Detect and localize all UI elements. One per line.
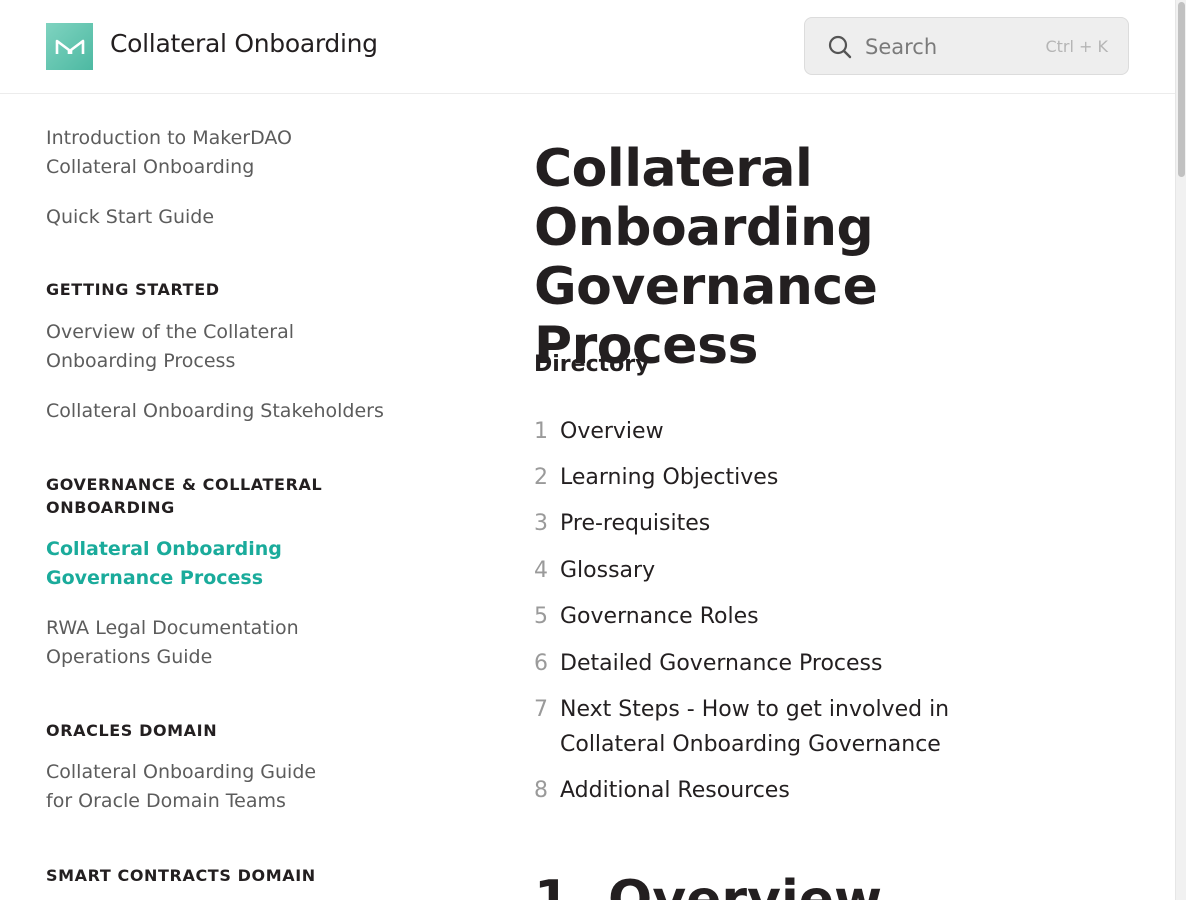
sidebar-item-rwa-legal[interactable]: RWA Legal Documentation Operations Guide: [46, 614, 316, 672]
search-input[interactable]: [865, 30, 1025, 64]
sidebar-section-governance: GOVERNANCE & COLLATERAL ONBOARDING: [46, 475, 323, 517]
maker-logo-icon[interactable]: [46, 23, 93, 70]
sidebar-item-quick-start[interactable]: Quick Start Guide: [46, 203, 346, 232]
toc-item[interactable]: 5 Governance Roles: [534, 599, 1094, 634]
toc-item[interactable]: 8 Additional Resources: [534, 773, 1094, 808]
page-title: Collateral Onboarding Governance Process: [534, 139, 878, 376]
page-scrollbar[interactable]: [1175, 0, 1186, 900]
site-title[interactable]: Collateral Onboarding: [110, 29, 378, 58]
toc-item[interactable]: 7 Next Steps - How to get involved in Col…: [534, 692, 1054, 762]
toc-item[interactable]: 6 Detailed Governance Process: [534, 646, 1094, 681]
search-shortcut-hint: Ctrl + K: [1045, 37, 1108, 56]
site-header: Collateral Onboarding Ctrl + K: [0, 0, 1175, 94]
toc-item[interactable]: 3 Pre-requisites: [534, 506, 1094, 541]
toc-item[interactable]: 2 Learning Objectives: [534, 460, 1094, 495]
search-box[interactable]: Ctrl + K: [804, 17, 1129, 75]
sidebar-item-introduction[interactable]: Introduction to MakerDAO Collateral Onbo…: [46, 124, 316, 182]
search-icon: [828, 35, 852, 59]
directory-heading: Directory: [534, 352, 650, 377]
sidebar-item-overview-process[interactable]: Overview of the Collateral Onboarding Pr…: [46, 318, 316, 376]
scrollbar-thumb[interactable]: [1178, 2, 1185, 177]
sidebar-section-oracles: ORACLES DOMAIN: [46, 721, 218, 740]
section-heading-overview: 1. Overview: [534, 870, 883, 900]
sidebar-item-governance-process[interactable]: Collateral Onboarding Governance Process: [46, 535, 316, 593]
toc-item[interactable]: 1 Overview: [534, 414, 1094, 449]
sidebar-section-getting-started: GETTING STARTED: [46, 280, 220, 299]
sidebar-item-stakeholders[interactable]: Collateral Onboarding Stakeholders: [46, 397, 396, 426]
toc-item[interactable]: 4 Glossary: [534, 553, 1094, 588]
sidebar-section-smart-contracts: SMART CONTRACTS DOMAIN: [46, 866, 316, 885]
sidebar-item-oracle-guide[interactable]: Collateral Onboarding Guide for Oracle D…: [46, 758, 336, 816]
